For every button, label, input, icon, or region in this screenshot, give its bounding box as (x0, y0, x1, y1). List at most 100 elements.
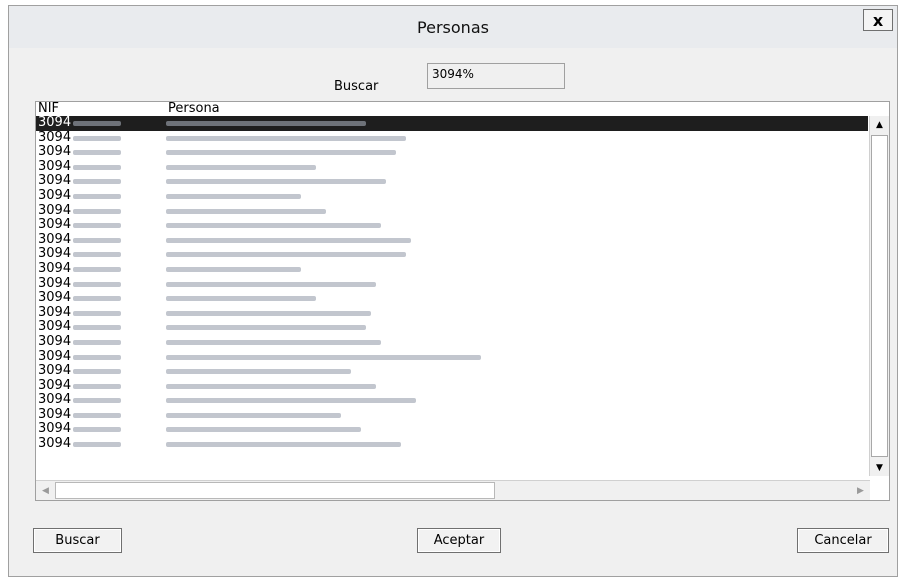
redacted-persona-name (166, 135, 406, 141)
redacted-persona-name (166, 223, 381, 229)
scroll-up-button[interactable]: ▲ (870, 116, 889, 133)
table-row[interactable]: 3094 (36, 158, 868, 175)
redacted-persona-name (166, 208, 326, 214)
redacted-persona-name (166, 369, 351, 375)
nif-cell: 3094 (38, 115, 72, 130)
nif-cell: 3094 (38, 363, 72, 379)
redacted-persona-name (166, 266, 301, 272)
search-input[interactable]: 3094% (427, 63, 565, 89)
redacted-nif-suffix (73, 135, 121, 141)
column-header-nif[interactable]: NIF (38, 102, 59, 116)
table-row[interactable]: 3094 (36, 320, 868, 335)
scroll-left-button[interactable]: ◀ (37, 482, 54, 499)
buscar-button[interactable]: Buscar (33, 528, 122, 553)
redacted-nif-suffix (73, 223, 121, 229)
nif-cell: 3094 (38, 187, 72, 203)
grid-rows: 3094 3094 3094 3094 3094 3094 3094 3094 3094 3094… (36, 115, 868, 452)
redacted-nif-suffix (73, 150, 121, 156)
arrow-up-icon: ▲ (876, 119, 883, 130)
redacted-persona-name (166, 354, 481, 360)
redacted-persona-name (166, 442, 401, 448)
redacted-nif-suffix (73, 325, 121, 331)
redacted-nif-suffix (73, 266, 121, 272)
redacted-persona-name (166, 398, 416, 404)
scroll-right-button[interactable]: ▶ (852, 482, 869, 499)
table-row[interactable]: 3094 (36, 187, 868, 204)
nif-cell: 3094 (38, 173, 72, 189)
redacted-persona-name (166, 339, 381, 345)
table-row[interactable]: 3094 (36, 377, 868, 394)
redacted-nif-suffix (73, 252, 121, 258)
redacted-nif-suffix (73, 237, 121, 243)
nif-cell: 3094 (38, 129, 72, 145)
horizontal-scrollbar[interactable]: ◀ ▶ (36, 480, 870, 500)
redacted-nif-suffix (73, 281, 121, 287)
horizontal-scroll-thumb[interactable] (55, 482, 495, 499)
table-row[interactable]: 3094 (36, 231, 868, 248)
nif-cell: 3094 (38, 202, 72, 218)
nif-cell: 3094 (38, 158, 72, 174)
redacted-nif-suffix (73, 296, 121, 302)
nif-cell: 3094 (38, 246, 72, 262)
table-row[interactable]: 3094 (36, 218, 868, 233)
aceptar-button[interactable]: Aceptar (417, 528, 501, 553)
table-row[interactable]: 3094 (36, 363, 868, 379)
nif-cell: 3094 (38, 348, 72, 364)
redacted-persona-name (166, 427, 361, 433)
cancelar-button[interactable]: Cancelar (797, 528, 889, 553)
redacted-persona-name (166, 325, 366, 331)
nif-cell: 3094 (38, 217, 72, 233)
table-row[interactable]: 3094 (36, 260, 868, 277)
table-row[interactable]: 3094 (36, 436, 868, 452)
table-row[interactable]: 3094 (36, 406, 868, 423)
redacted-persona-name (166, 150, 396, 156)
redacted-nif-suffix (73, 179, 121, 185)
table-row[interactable]: 3094 (36, 247, 868, 262)
table-row[interactable]: 3094 (36, 422, 868, 437)
redacted-nif-suffix (73, 369, 121, 375)
nif-cell: 3094 (38, 260, 72, 276)
redacted-nif-suffix (73, 383, 121, 389)
vertical-scrollbar[interactable]: ▲ ▼ (869, 116, 889, 476)
nif-cell: 3094 (38, 392, 72, 408)
window-title: Personas (417, 18, 489, 37)
personas-dialog: Personas x Buscar 3094% NIF Persona 3094… (8, 5, 898, 577)
redacted-persona-name (166, 310, 371, 316)
redacted-nif-suffix (73, 164, 121, 170)
redacted-persona-name (166, 237, 411, 243)
nif-cell: 3094 (38, 290, 72, 306)
redacted-persona-name (166, 179, 386, 185)
column-header-persona[interactable]: Persona (168, 102, 220, 116)
close-button[interactable]: x (863, 9, 893, 31)
close-icon: x (872, 10, 884, 30)
redacted-persona-name (166, 121, 366, 126)
redacted-persona-name (166, 412, 341, 418)
redacted-nif-suffix (73, 208, 121, 214)
arrow-left-icon: ◀ (42, 485, 49, 496)
table-row[interactable]: 3094 (36, 334, 868, 350)
personas-grid[interactable]: NIF Persona 3094 3094 3094 3094 3094 3094 3094… (35, 101, 890, 501)
table-row[interactable]: 3094 (36, 202, 868, 219)
table-row[interactable]: 3094 (36, 115, 868, 131)
grid-header: NIF Persona (36, 102, 866, 116)
redacted-persona-name (166, 296, 316, 302)
table-row[interactable]: 3094 (36, 305, 868, 321)
redacted-nif-suffix (73, 442, 121, 448)
redacted-persona-name (166, 281, 376, 287)
scroll-down-button[interactable]: ▼ (870, 459, 889, 476)
table-row[interactable]: 3094 (36, 276, 868, 292)
table-row[interactable]: 3094 (36, 129, 868, 146)
nif-cell: 3094 (38, 377, 72, 393)
table-row[interactable]: 3094 (36, 393, 868, 408)
nif-cell: 3094 (38, 406, 72, 422)
redacted-persona-name (166, 383, 376, 389)
table-row[interactable]: 3094 (36, 174, 868, 189)
table-row[interactable]: 3094 (36, 145, 868, 160)
nif-cell: 3094 (38, 231, 72, 247)
title-bar: Personas x (9, 6, 897, 48)
table-row[interactable]: 3094 (36, 291, 868, 306)
table-row[interactable]: 3094 (36, 348, 868, 365)
redacted-nif-suffix (73, 427, 121, 433)
vertical-scroll-thumb[interactable] (871, 135, 888, 457)
nif-cell: 3094 (38, 436, 72, 452)
